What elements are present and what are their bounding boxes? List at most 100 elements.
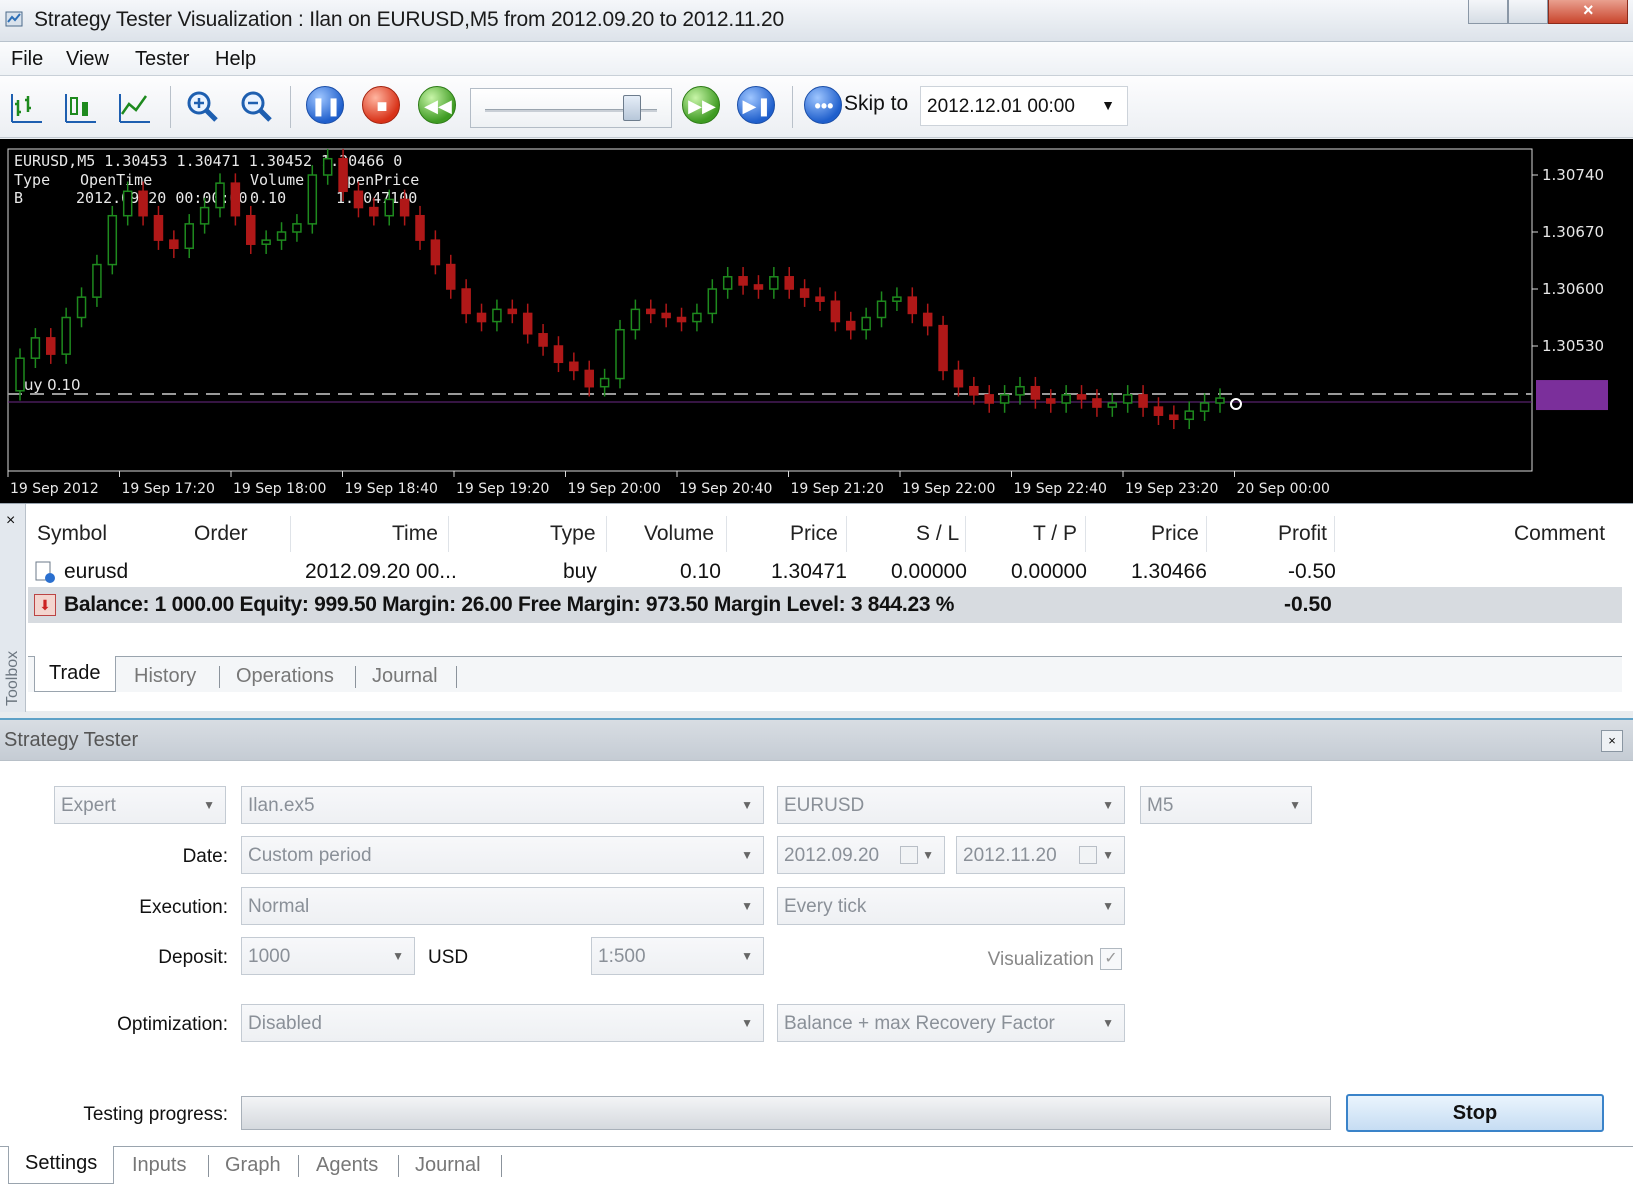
menu-file[interactable]: File xyxy=(11,48,43,71)
col-comment[interactable]: Comment xyxy=(1514,522,1605,546)
optimization-select[interactable]: Disabled ▼ xyxy=(241,1004,764,1042)
column-separator xyxy=(1085,516,1086,552)
arrow-down-icon: ⬇ xyxy=(34,594,56,616)
candle-body xyxy=(399,198,410,217)
stop-button-toolbar[interactable]: ■ xyxy=(362,86,400,124)
tab-inputs[interactable]: Inputs xyxy=(132,1154,186,1177)
candle-body xyxy=(1061,394,1071,404)
tab-journal[interactable]: Journal xyxy=(415,1154,481,1177)
candle-body xyxy=(1122,394,1133,404)
speed-up-button[interactable]: ▶▶ xyxy=(682,86,720,124)
date-from-value: 2012.09.20 xyxy=(784,845,880,866)
candle-body xyxy=(846,320,856,331)
candle-body xyxy=(999,394,1010,404)
pause-button[interactable]: ❚❚ xyxy=(306,86,344,124)
expert-select[interactable]: Ilan.ex5 ▼ xyxy=(241,786,764,824)
col-volume[interactable]: Volume xyxy=(644,522,714,546)
close-button[interactable]: × xyxy=(1548,0,1628,24)
candle-body xyxy=(799,288,810,298)
slider-thumb[interactable] xyxy=(623,95,641,121)
step-forward-icon: ▶❚ xyxy=(742,96,772,116)
tab-graph[interactable]: Graph xyxy=(225,1154,281,1177)
candle-body xyxy=(692,312,702,323)
stop-button[interactable]: Stop xyxy=(1346,1094,1604,1132)
x-tick-label: 19 Sep 20:40 xyxy=(679,481,772,497)
candle-body xyxy=(984,394,994,404)
menu-help[interactable]: Help xyxy=(215,48,256,71)
slow-down-button[interactable]: ◀◀ xyxy=(418,86,456,124)
close-icon[interactable]: × xyxy=(1601,730,1623,752)
candle-body xyxy=(892,296,902,302)
leverage-select[interactable]: 1:500 ▼ xyxy=(591,937,764,975)
x-tick-label: 19 Sep 18:00 xyxy=(233,481,326,497)
candle-body xyxy=(338,157,348,193)
execution-select[interactable]: Normal ▼ xyxy=(241,887,764,925)
price-chart[interactable]: EURUSD,M5 1.30453 1.30471 1.30452 1.3046… xyxy=(0,139,1633,503)
skip-date-select[interactable]: 2012.12.01 00:00 ▼ xyxy=(920,86,1128,126)
date-to-picker[interactable]: 2012.11.20 ▼ xyxy=(956,836,1125,874)
tab-separator xyxy=(298,1155,299,1177)
zoom-in-icon[interactable] xyxy=(183,88,221,126)
cell-volume: 0.10 xyxy=(680,560,721,583)
balance-text: Balance: 1 000.00 Equity: 999.50 Margin:… xyxy=(64,593,955,616)
col-symbol[interactable]: Symbol xyxy=(37,522,107,546)
y-tick-label: 1.30740 xyxy=(1542,166,1604,184)
currency-label: USD xyxy=(428,947,469,968)
col-tp[interactable]: T / P xyxy=(1033,522,1077,546)
menu-view[interactable]: View xyxy=(66,48,109,71)
tab-operations[interactable]: Operations xyxy=(236,665,334,688)
skip-to-button[interactable]: ••• xyxy=(804,86,842,124)
tab-settings[interactable]: Settings xyxy=(8,1146,114,1184)
speed-slider[interactable] xyxy=(470,88,672,128)
deposit-select[interactable]: 1000 ▼ xyxy=(241,937,415,975)
date-mode-select[interactable]: Custom period ▼ xyxy=(241,836,764,874)
mode-select[interactable]: Expert ▼ xyxy=(54,786,226,824)
zoom-out-icon[interactable] xyxy=(237,88,275,126)
toolbar-separator xyxy=(170,86,171,128)
col-price-current[interactable]: Price xyxy=(1151,522,1199,546)
col-type[interactable]: Type xyxy=(550,522,596,546)
menu-tester[interactable]: Tester xyxy=(135,48,189,71)
candle-body xyxy=(630,308,641,331)
symbol-select[interactable]: EURUSD ▼ xyxy=(777,786,1125,824)
skip-to-label: Skip to xyxy=(844,92,909,115)
tab-journal[interactable]: Journal xyxy=(372,665,438,688)
tab-separator xyxy=(398,1155,399,1177)
col-time[interactable]: Time xyxy=(392,522,438,546)
candle-body xyxy=(522,312,533,335)
tab-separator xyxy=(456,666,457,688)
candle-body xyxy=(46,337,56,355)
maximize-button[interactable] xyxy=(1508,0,1548,24)
x-tick-label: 19 Sep 20:00 xyxy=(568,481,661,497)
tab-trade[interactable]: Trade xyxy=(34,656,116,692)
col-profit[interactable]: Profit xyxy=(1278,522,1327,546)
bar-chart-icon[interactable] xyxy=(8,88,46,126)
tick-model-select[interactable]: Every tick ▼ xyxy=(777,887,1125,925)
close-icon[interactable]: × xyxy=(6,512,15,530)
chevron-down-icon: ▼ xyxy=(203,798,215,812)
timeframe-select[interactable]: M5 ▼ xyxy=(1140,786,1312,824)
tab-history[interactable]: History xyxy=(134,665,196,688)
minimize-button[interactable] xyxy=(1468,0,1508,24)
visualization-checkbox[interactable]: ✓ xyxy=(1100,948,1122,970)
timeframe-value: M5 xyxy=(1147,795,1174,816)
toolbox-sidebar: × Toolbox xyxy=(0,504,26,712)
date-from-picker[interactable]: 2012.09.20 ▼ xyxy=(777,836,945,874)
col-price[interactable]: Price xyxy=(790,522,838,546)
optimization-value: Disabled xyxy=(248,1013,322,1034)
col-order[interactable]: Order xyxy=(194,522,248,546)
candle-body xyxy=(969,385,979,396)
toolbar-separator xyxy=(792,86,793,128)
candlestick-chart-icon[interactable] xyxy=(62,88,100,126)
candle-body xyxy=(646,308,656,315)
x-tick-label: 19 Sep 19:20 xyxy=(456,481,549,497)
skip-date-value: 2012.12.01 00:00 xyxy=(927,96,1075,117)
line-chart-icon[interactable] xyxy=(116,88,154,126)
candle-body xyxy=(384,198,394,217)
candle-body xyxy=(276,231,287,241)
chevron-down-icon: ▼ xyxy=(1289,798,1301,812)
step-forward-button[interactable]: ▶❚ xyxy=(737,86,775,124)
tab-agents[interactable]: Agents xyxy=(316,1154,378,1177)
col-sl[interactable]: S / L xyxy=(916,522,959,546)
criterion-select[interactable]: Balance + max Recovery Factor ▼ xyxy=(777,1004,1125,1042)
